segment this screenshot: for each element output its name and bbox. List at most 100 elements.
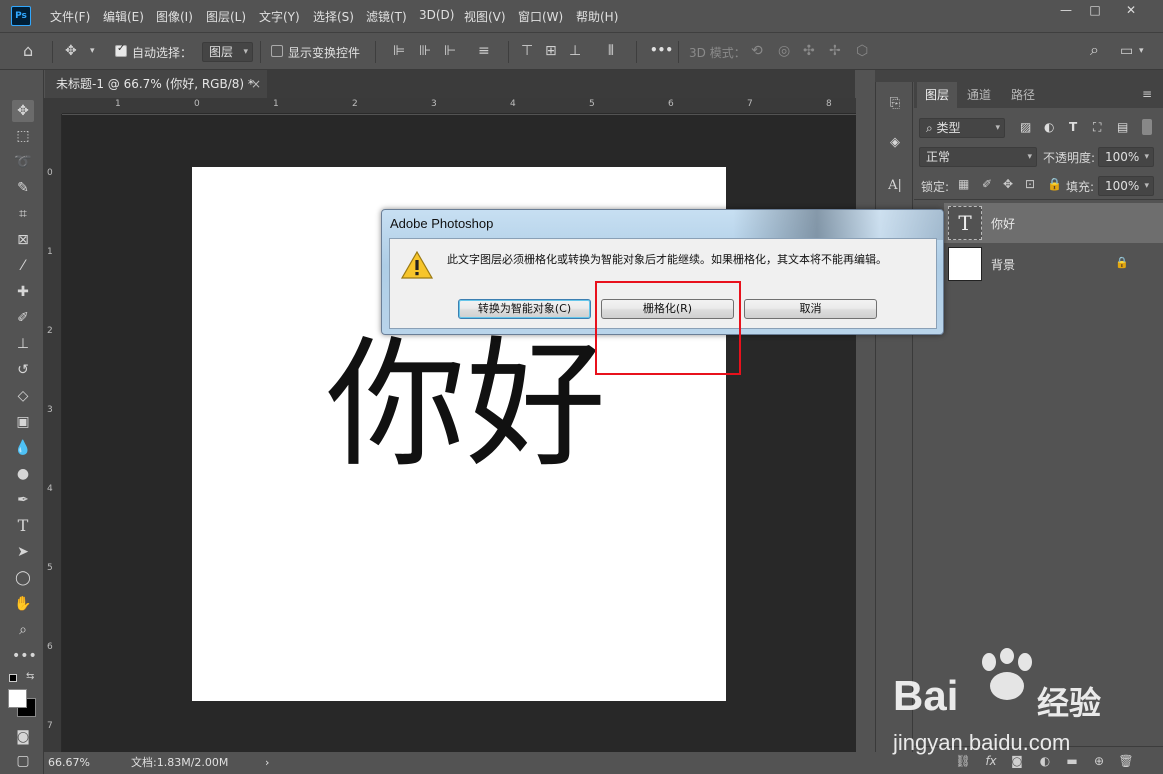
filter-shape-icon[interactable]: ⛶ [1093, 120, 1101, 135]
align-top-icon[interactable]: ⊤ [521, 42, 533, 60]
crop-tool-icon[interactable]: ⌗ [12, 203, 34, 225]
menu-edit[interactable]: 编辑(E) [103, 8, 144, 25]
lock-artboard-icon[interactable]: ⊡ [1025, 177, 1035, 191]
dock-collapse-strip[interactable] [875, 70, 1163, 82]
marquee-tool-icon[interactable]: ⬚ [12, 125, 34, 147]
healing-brush-tool-icon[interactable]: ✚ [12, 281, 34, 303]
foreground-color-swatch[interactable] [8, 689, 27, 708]
screen-mode-icon[interactable]: ▢ [12, 750, 34, 772]
layer-row-background[interactable]: 背景 🔒 [944, 244, 1163, 284]
more-options-button[interactable]: ••• [650, 43, 673, 57]
align-left-icon[interactable]: ⊫ [393, 42, 405, 60]
ruler-origin[interactable] [44, 98, 62, 114]
show-transform-checkbox[interactable] [271, 45, 283, 57]
opacity-field[interactable]: 100% ▾ [1098, 147, 1154, 167]
workspace-icon[interactable]: ▭ [1120, 42, 1133, 60]
tab-channels[interactable]: 通道 [959, 82, 999, 108]
lock-pixels-icon[interactable]: ✐ [982, 177, 992, 191]
type-tool-icon[interactable]: T [12, 515, 34, 537]
filter-smart-object-icon[interactable]: ▤ [1117, 120, 1128, 134]
layer-row-text[interactable]: T 你好 [944, 203, 1163, 243]
close-tab-icon[interactable]: × [251, 70, 261, 98]
move-tool-icon[interactable]: ✥ [65, 42, 77, 60]
menu-layer[interactable]: 图层(L) [206, 8, 246, 25]
path-select-tool-icon[interactable]: ➤ [12, 541, 34, 563]
swap-colors-icon[interactable]: ⇆ [26, 671, 34, 682]
3d-orbit-icon[interactable]: ⟲ [751, 42, 763, 60]
menu-select[interactable]: 选择(S) [313, 8, 354, 25]
distribute-icon[interactable]: ≡ [478, 42, 490, 60]
filter-pixel-icon[interactable]: ▨ [1020, 120, 1031, 134]
maximize-button[interactable]: □ [1084, 2, 1106, 18]
filter-adjustment-icon[interactable]: ◐ [1044, 120, 1054, 134]
history-panel-icon[interactable]: ⎘ [884, 93, 906, 115]
zoom-level[interactable]: 66.67% [48, 753, 90, 773]
3d-slide-icon[interactable]: ✢ [829, 42, 841, 60]
3d-roll-icon[interactable]: ◎ [778, 42, 790, 60]
status-menu-arrow[interactable]: › [265, 753, 269, 773]
character-panel-icon[interactable]: A| [884, 175, 906, 197]
menu-file[interactable]: 文件(F) [50, 8, 90, 25]
align-bottom-icon[interactable]: ⊥ [569, 42, 581, 60]
align-middle-icon[interactable]: ⊞ [545, 42, 557, 60]
eyedropper-tool-icon[interactable]: ⁄ [12, 255, 34, 277]
menu-help[interactable]: 帮助(H) [576, 8, 618, 25]
menu-type[interactable]: 文字(Y) [259, 8, 300, 25]
move-tool-icon[interactable]: ✥ [12, 100, 34, 122]
zoom-tool-icon[interactable]: ⌕ [12, 619, 34, 641]
layer-name[interactable]: 你好 [991, 215, 1015, 232]
filter-type-icon[interactable]: T [1069, 120, 1077, 134]
panel-menu-icon[interactable]: ≡ [1142, 87, 1152, 101]
align-right-icon[interactable]: ⊩ [444, 42, 456, 60]
blur-tool-icon[interactable]: 💧 [12, 437, 34, 459]
ellipse-tool-icon[interactable]: ◯ [12, 567, 34, 589]
menu-filter[interactable]: 滤镜(T) [366, 8, 407, 25]
minimize-button[interactable]: — [1055, 2, 1077, 18]
lock-position-icon[interactable]: ✥ [1003, 177, 1013, 191]
3d-pan-icon[interactable]: ✣ [803, 42, 815, 60]
frame-tool-icon[interactable]: ⊠ [12, 229, 34, 251]
3d-panel-icon[interactable]: ◈ [884, 132, 906, 154]
more-tools-icon[interactable]: ••• [12, 645, 37, 667]
menu-window[interactable]: 窗口(W) [518, 8, 563, 25]
menu-image[interactable]: 图像(I) [156, 8, 193, 25]
hand-tool-icon[interactable]: ✋ [12, 593, 34, 615]
document-tab[interactable]: 未标题-1 @ 66.7% (你好, RGB/8) * × [45, 70, 267, 98]
menu-view[interactable]: 视图(V) [464, 8, 506, 25]
lock-all-icon[interactable]: 🔒 [1047, 177, 1062, 191]
lasso-tool-icon[interactable]: ➰ [12, 151, 34, 173]
default-colors-icon[interactable] [9, 674, 17, 682]
chevron-down-icon[interactable]: ▾ [1139, 42, 1144, 60]
canvas-text-layer[interactable]: 你好 [326, 331, 606, 481]
layer-filter-dropdown[interactable]: ⌕ 类型 ▾ [919, 118, 1005, 138]
pen-tool-icon[interactable]: ✒ [12, 489, 34, 511]
align-center-h-icon[interactable]: ⊪ [419, 42, 431, 60]
gradient-tool-icon[interactable]: ▣ [12, 411, 34, 433]
home-icon[interactable]: ⌂ [23, 42, 33, 60]
close-window-button[interactable]: ✕ [1120, 2, 1142, 18]
quick-mask-icon[interactable]: ◙ [12, 726, 34, 748]
3d-scale-icon[interactable]: ⬡ [856, 42, 868, 60]
search-icon[interactable]: ⌕ [1090, 41, 1099, 59]
vertical-ruler[interactable]: 0 1 2 3 4 5 6 7 [44, 114, 62, 752]
dodge-tool-icon[interactable]: ● [12, 463, 34, 485]
filter-toggle[interactable] [1142, 119, 1152, 135]
tab-paths[interactable]: 路径 [1003, 82, 1043, 108]
fill-field[interactable]: 100% ▾ [1098, 176, 1154, 196]
auto-select-target-dropdown[interactable]: 图层 ▾ [202, 42, 253, 62]
tab-layers[interactable]: 图层 [917, 82, 958, 108]
horizontal-ruler[interactable]: 1 0 1 2 3 4 5 6 7 8 [62, 98, 856, 114]
distribute-v-icon[interactable]: ⫴ [608, 42, 614, 60]
layer-name[interactable]: 背景 [991, 256, 1015, 273]
cancel-button[interactable]: 取消 [744, 299, 877, 319]
lock-transparent-icon[interactable]: ▦ [958, 177, 969, 191]
brush-tool-icon[interactable]: ✐ [12, 307, 34, 329]
chevron-down-icon[interactable]: ▾ [90, 42, 95, 60]
quick-select-tool-icon[interactable]: ✎ [12, 177, 34, 199]
auto-select-checkbox[interactable] [115, 43, 127, 57]
eraser-tool-icon[interactable]: ◇ [12, 385, 34, 407]
menu-3d[interactable]: 3D(D) [419, 8, 454, 22]
stamp-tool-icon[interactable]: ⊥ [12, 333, 34, 355]
blend-mode-dropdown[interactable]: 正常 ▾ [919, 147, 1037, 167]
convert-to-smart-object-button[interactable]: 转换为智能对象(C) [458, 299, 591, 319]
